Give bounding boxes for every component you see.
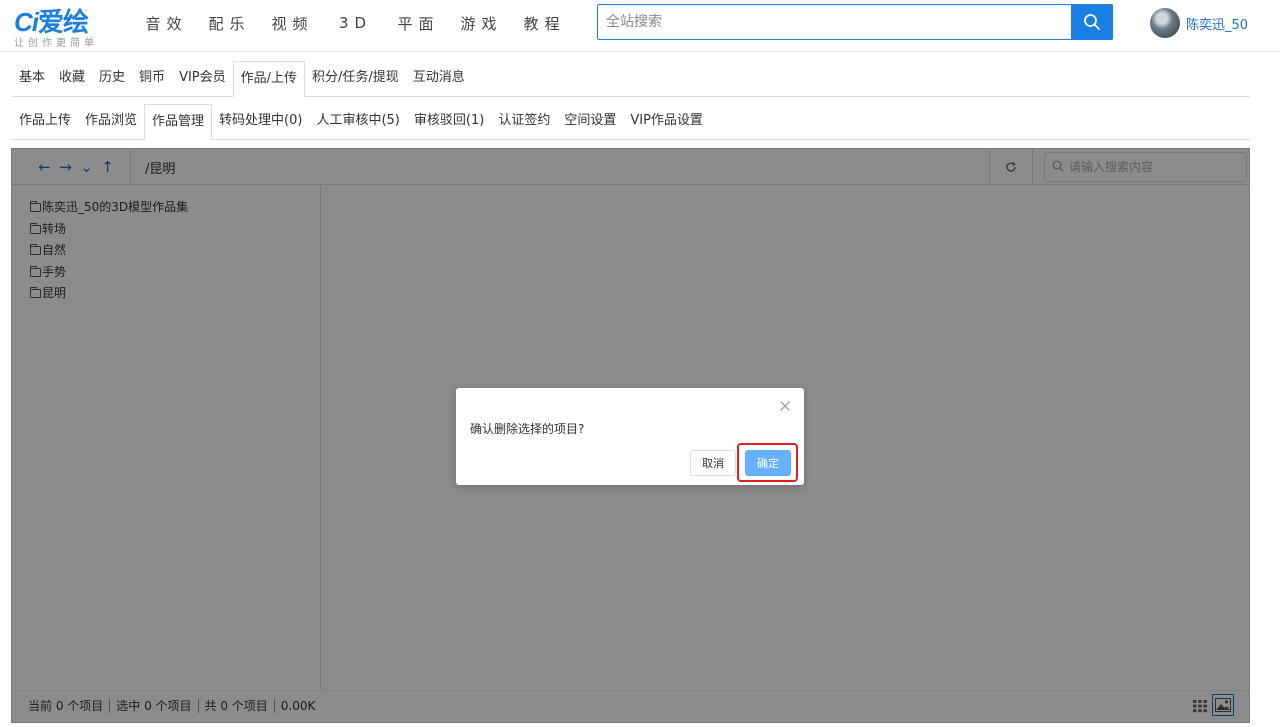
tab-browse[interactable]: 作品浏览 [78,104,144,139]
tab-vip-settings[interactable]: VIP作品设置 [623,104,710,139]
site-logo[interactable]: Ci爱绘 让创作更简单 [14,2,124,50]
cancel-button[interactable]: 取消 [690,450,736,476]
tab-review[interactable]: 人工审核中(5) [309,104,406,139]
search-input[interactable] [598,5,1072,39]
tab-basic[interactable]: 基本 [12,61,52,96]
tab-certification[interactable]: 认证签约 [491,104,557,139]
nav-item-3d[interactable]: 3D [324,14,387,32]
confirm-button[interactable]: 确定 [745,450,791,476]
tab-messages[interactable]: 互动消息 [406,61,472,96]
nav-item-tutorial[interactable]: 教程 [513,13,576,34]
avatar[interactable] [1150,8,1180,38]
tab-upload[interactable]: 作品上传 [12,104,78,139]
tab-points-tasks[interactable]: 积分/任务/提现 [305,61,406,96]
nav-item-graphic[interactable]: 平面 [387,13,450,34]
logo-ci-mark: Ci [14,7,39,37]
tab-works-upload[interactable]: 作品/上传 [232,61,306,97]
tab-history[interactable]: 历史 [92,61,132,96]
tab-vip[interactable]: VIP会员 [172,61,233,96]
search-icon [1084,14,1100,30]
search-button[interactable] [1071,4,1113,40]
main-nav: 音效 配乐 视频 3D 平面 游戏 教程 [135,0,576,46]
tab-rejected[interactable]: 审核驳回(1) [407,104,491,139]
tab-space-settings[interactable]: 空间设置 [557,104,623,139]
logo-tagline: 让创作更简单 [14,38,98,49]
username[interactable]: 陈奕迅_50 [1186,14,1248,33]
logo-text: 爱绘 [38,7,89,37]
site-header: Ci爱绘 让创作更简单 音效 配乐 视频 3D 平面 游戏 教程 陈奕迅_50 [0,0,1280,52]
nav-item-game[interactable]: 游戏 [450,13,513,34]
tab-favorites[interactable]: 收藏 [52,61,92,96]
secondary-tabs: 作品上传 作品浏览 作品管理 转码处理中(0) 人工审核中(5) 审核驳回(1)… [12,104,1250,140]
site-search [597,4,1113,40]
tab-coins[interactable]: 铜币 [132,61,172,96]
nav-item-sound[interactable]: 音效 [135,13,198,34]
tab-transcoding[interactable]: 转码处理中(0) [212,104,309,139]
nav-item-video[interactable]: 视频 [261,13,324,34]
tab-manage[interactable]: 作品管理 [144,104,213,140]
dialog-message: 确认删除选择的项目? [470,422,585,436]
nav-item-music[interactable]: 配乐 [198,13,261,34]
confirm-delete-dialog: 确认删除选择的项目? 取消 确定 [456,388,804,485]
user-menu[interactable]: 陈奕迅_50 [1150,7,1248,39]
close-icon[interactable] [778,399,792,413]
primary-tabs: 基本 收藏 历史 铜币 VIP会员 作品/上传 积分/任务/提现 互动消息 [12,61,1250,97]
